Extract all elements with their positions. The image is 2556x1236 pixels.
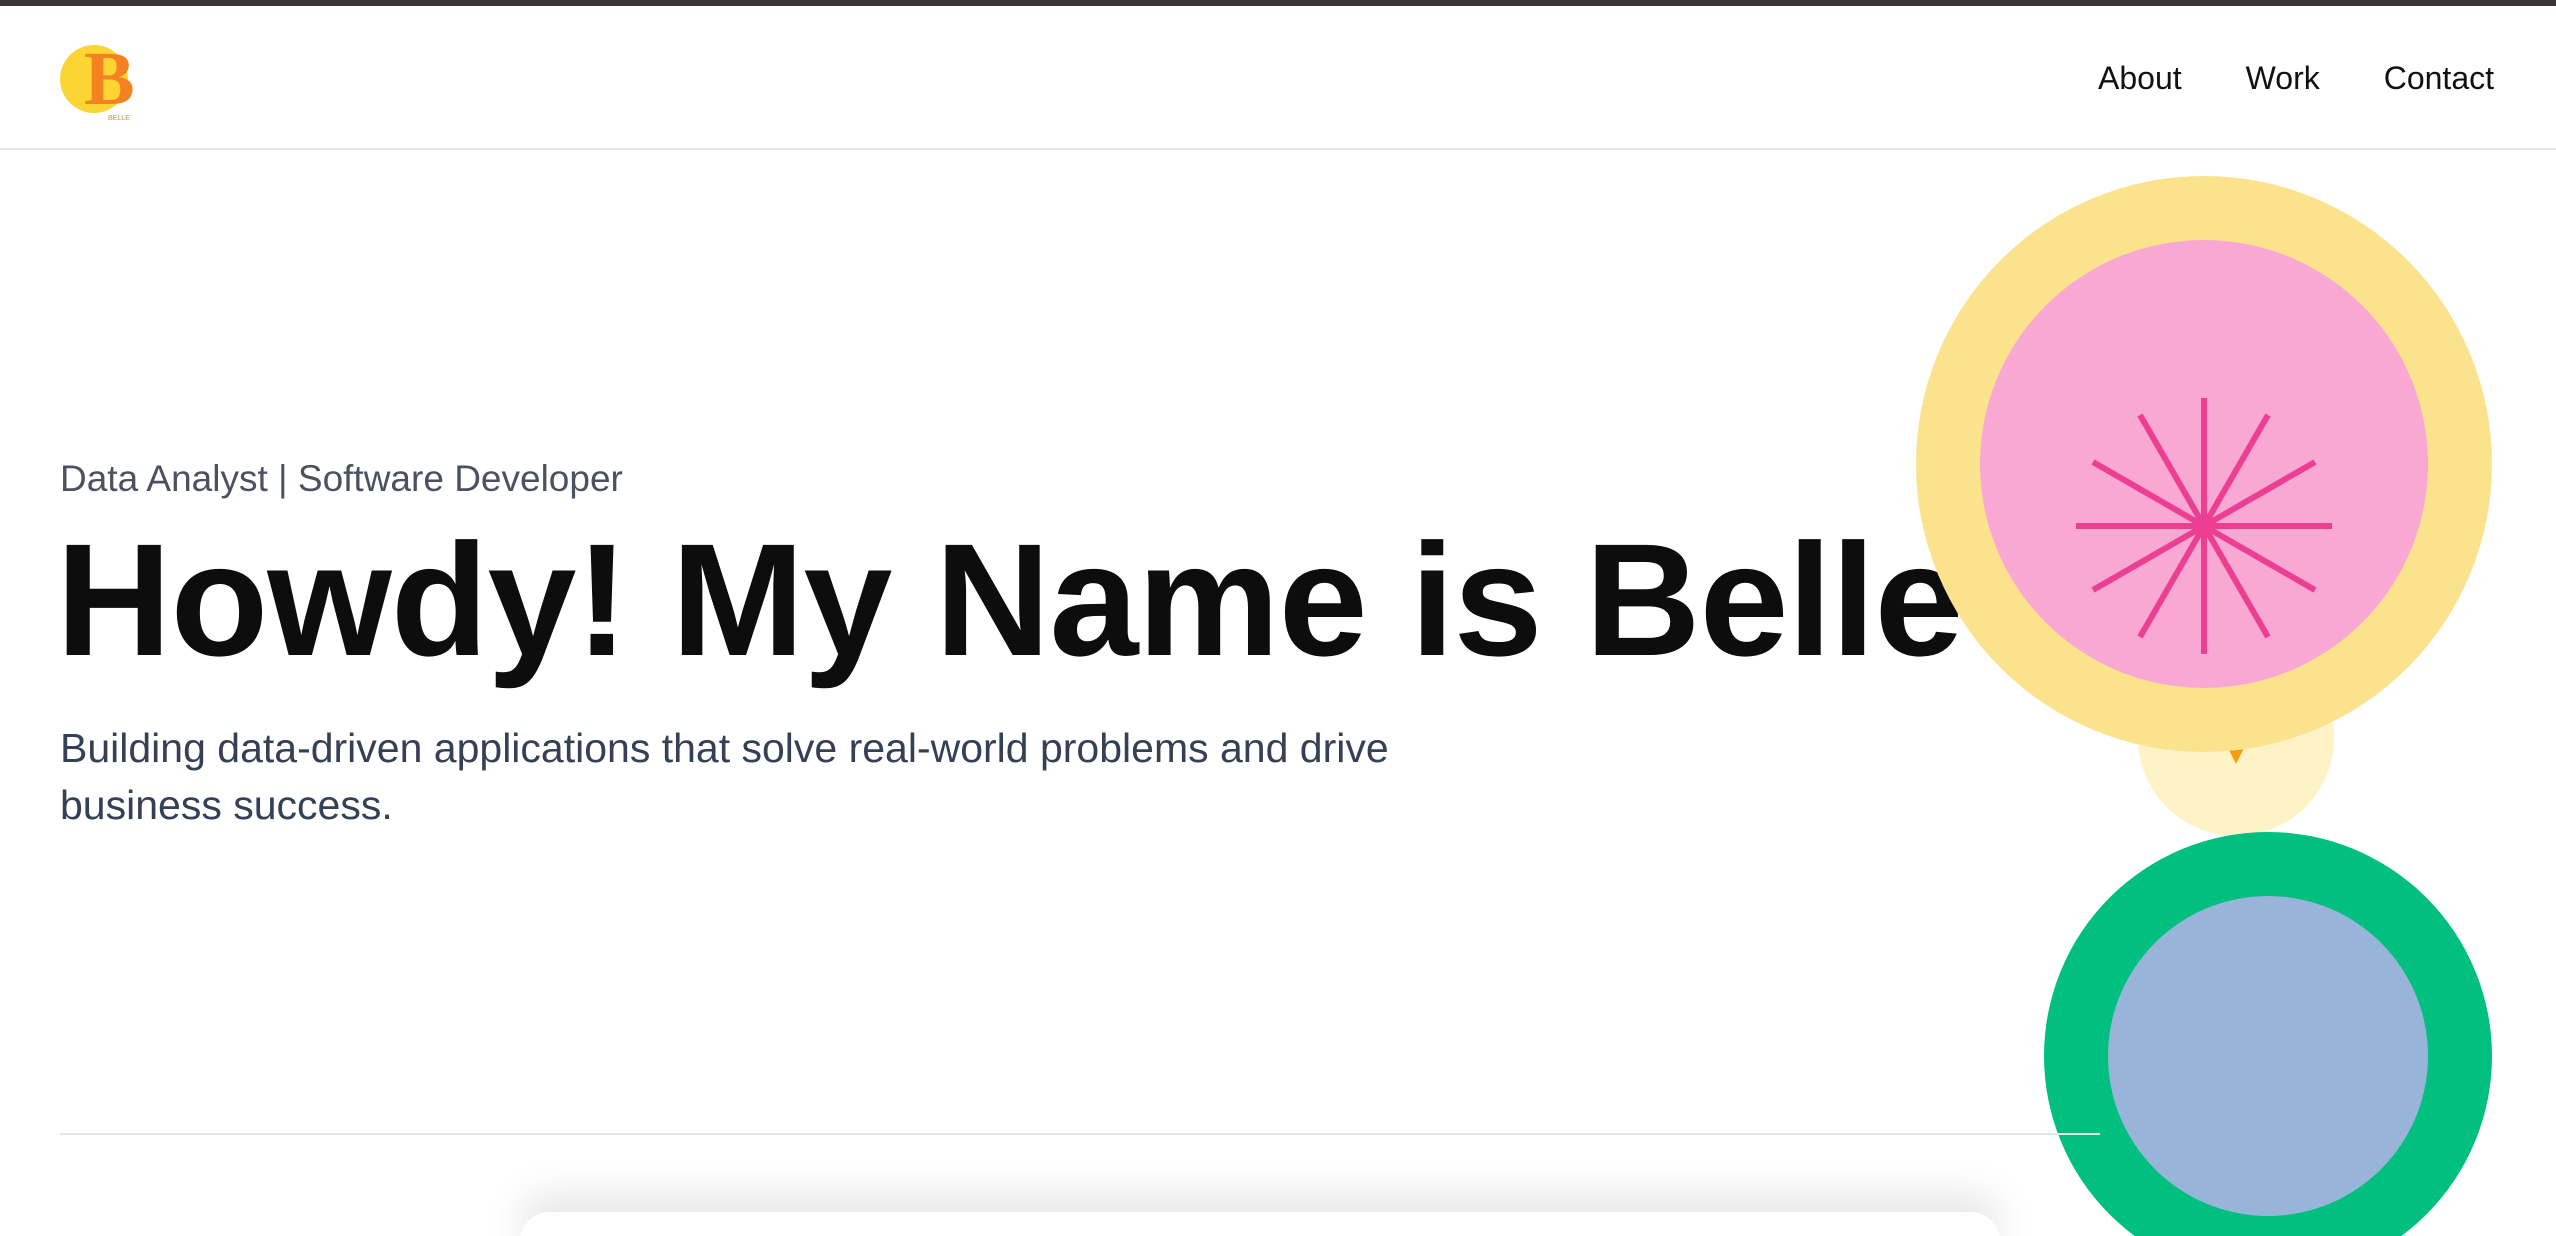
asterisk-burst-icon (2076, 398, 2332, 654)
hero-subtitle: Data Analyst | Software Developer (60, 458, 623, 499)
hero-tagline: Building data-driven applications that s… (60, 725, 1389, 828)
next-section-card-edge (520, 1212, 2000, 1236)
main-nav: About Work Contact (2098, 60, 2494, 97)
site-header: B BELLE About Work Contact (0, 6, 2556, 150)
logo-caption: BELLE (108, 115, 130, 122)
yellow-ring-circle (1916, 176, 2492, 752)
nav-contact[interactable]: Contact (2384, 60, 2494, 97)
page: B BELLE About Work Contact Data Analyst … (0, 0, 2556, 1236)
b-monogram-logo-icon: B BELLE (60, 37, 135, 122)
logo-letter: B (84, 37, 135, 121)
pale-yellow-circle (2138, 640, 2334, 836)
pink-disc-circle (1980, 240, 2428, 688)
nav-about[interactable]: About (2098, 60, 2182, 97)
section-divider (60, 1133, 2100, 1135)
logo-link[interactable]: B BELLE (58, 36, 148, 126)
hero-headline: Howdy! My Name is Belle (56, 510, 1963, 689)
nav-work[interactable]: Work (2246, 60, 2320, 97)
orange-marker-icon (2228, 748, 2244, 764)
blue-disc-circle (2108, 896, 2428, 1216)
green-ring-circle (2044, 832, 2492, 1236)
